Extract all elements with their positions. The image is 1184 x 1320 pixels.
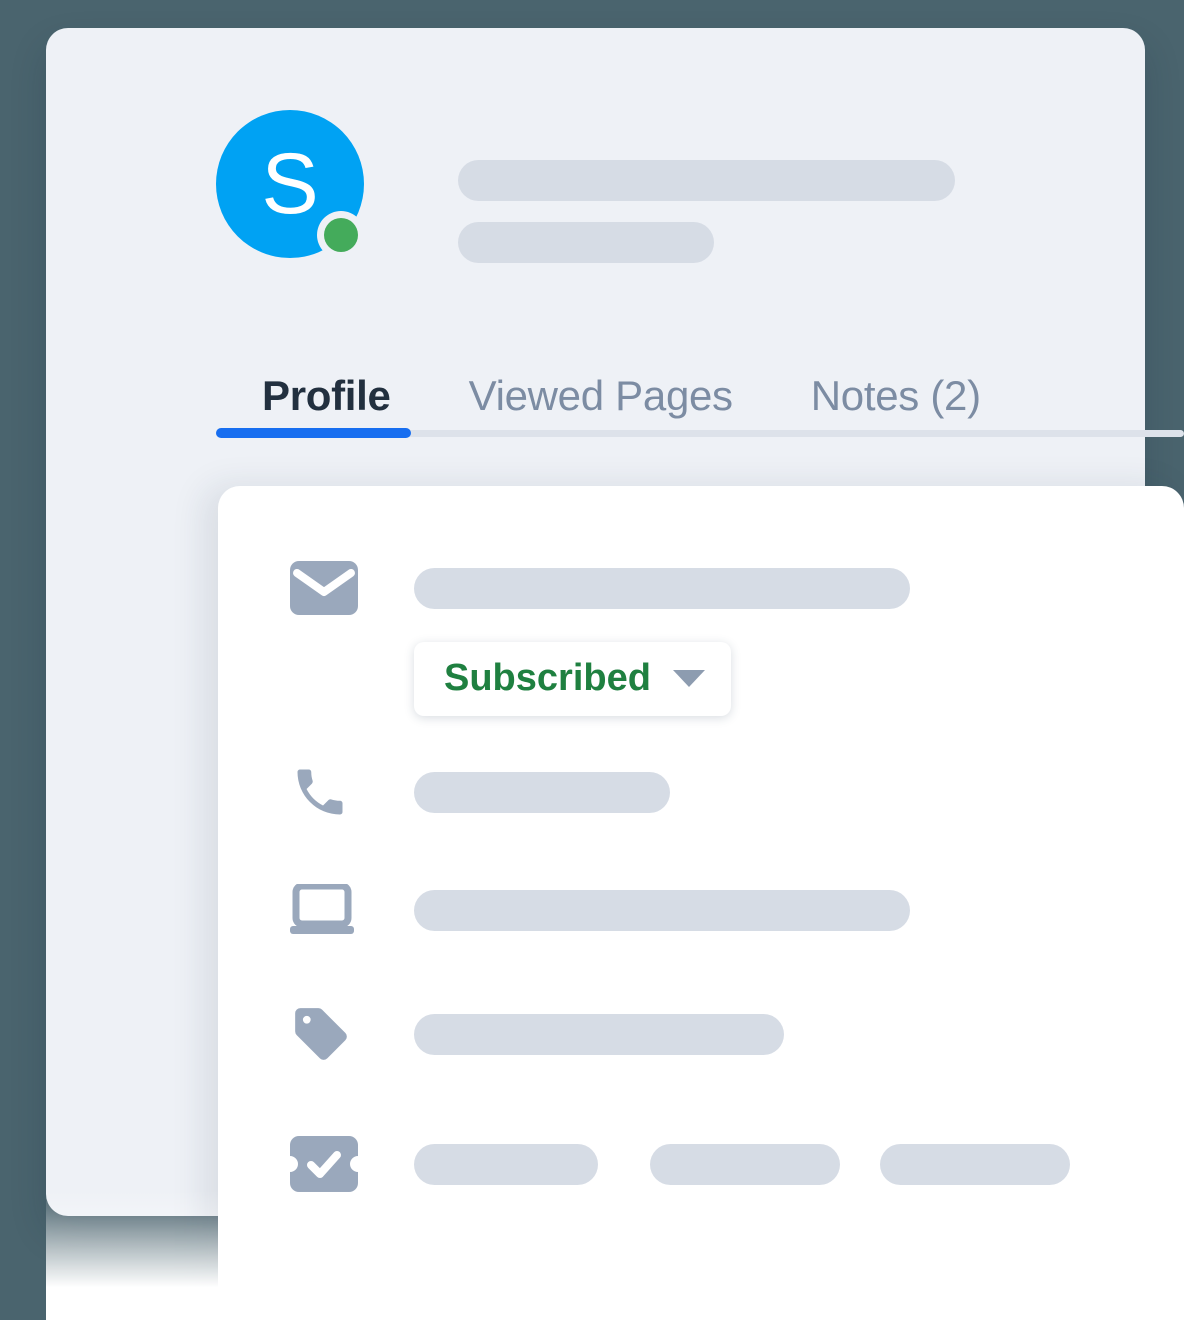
phone-icon (290, 756, 362, 828)
tab-active-indicator (216, 428, 411, 438)
chevron-down-icon (672, 669, 705, 687)
folder-icon (290, 1264, 362, 1320)
profile-details-panel: Subscribed (218, 486, 1184, 1320)
avatar-initial: S (261, 136, 319, 232)
folder-row (218, 1264, 1184, 1320)
tab-viewed-pages[interactable]: Viewed Pages (469, 368, 733, 424)
ticket-value-placeholder-3 (880, 1144, 1070, 1185)
tab-profile[interactable]: Profile (262, 368, 391, 424)
profile-header: S (216, 110, 1116, 280)
online-status-indicator (324, 218, 358, 252)
profile-subtitle-placeholder (458, 222, 714, 263)
ticket-row (218, 1128, 1184, 1200)
ticket-check-icon (290, 1128, 362, 1200)
device-value-placeholder (414, 890, 910, 931)
phone-value-placeholder (414, 772, 670, 813)
tag-icon (290, 998, 362, 1070)
device-row (218, 874, 1184, 946)
tag-row (218, 998, 1184, 1070)
folder-value-placeholder (414, 1280, 1090, 1320)
profile-name-placeholder (458, 160, 955, 201)
tab-notes[interactable]: Notes (2) (811, 368, 981, 424)
email-row (218, 552, 1184, 624)
phone-row (218, 756, 1184, 828)
ticket-value-placeholder-2 (650, 1144, 840, 1185)
subscription-status-label: Subscribed (444, 657, 651, 699)
tag-value-placeholder (414, 1014, 784, 1055)
envelope-icon (290, 552, 362, 624)
ticket-value-placeholder-1 (414, 1144, 598, 1185)
laptop-icon (290, 874, 362, 946)
subscription-status-select[interactable]: Subscribed (414, 642, 731, 716)
email-value-placeholder (414, 568, 910, 609)
